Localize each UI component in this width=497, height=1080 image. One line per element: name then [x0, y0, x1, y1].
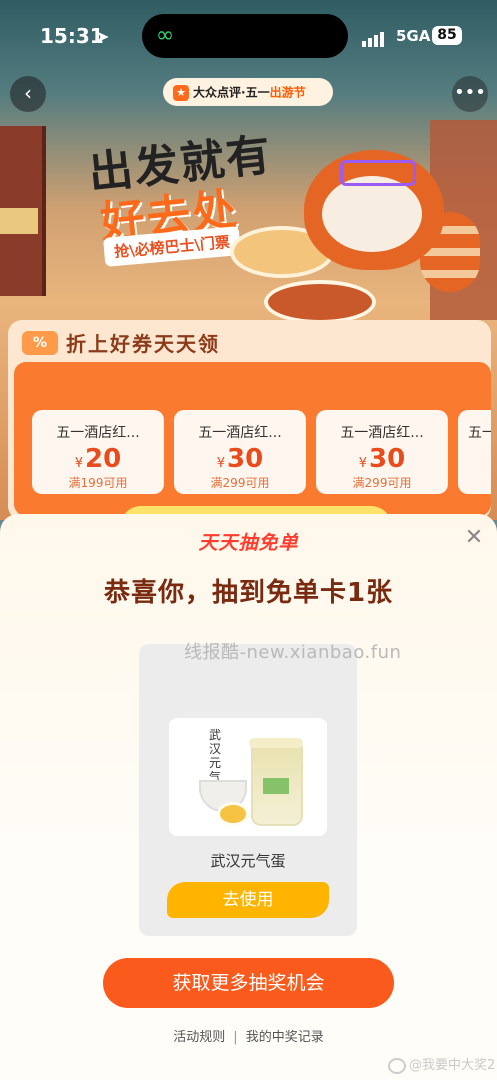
status-bar: 15:31 ➤ ∞ 5GA 85 — [0, 0, 497, 72]
coupon-card[interactable]: 五一酒店红... ¥30 满299可用 — [174, 410, 306, 494]
battery-icon: 85 — [432, 26, 462, 45]
signal-icon — [362, 28, 386, 47]
network-label: 5GA — [396, 27, 431, 45]
location-arrow-icon: ➤ — [96, 27, 110, 46]
food-plate-illustration — [264, 280, 376, 324]
coupon-card[interactable]: 五一酒店红... ¥20 满199可用 — [32, 410, 164, 494]
coupon-card-partial[interactable]: 五一 — [458, 410, 491, 494]
chevron-left-icon: ‹ — [24, 81, 32, 105]
status-time: 15:31 — [40, 24, 104, 48]
glasses-illustration — [340, 160, 416, 186]
weibo-watermark: @我要中大奖2 — [388, 1054, 495, 1074]
red-panda-face — [322, 176, 422, 252]
coupon-condition: 满199可用 — [68, 476, 128, 490]
prize-modal: 天天抽免单 ✕ 恭喜你，抽到免单卡1张 武汉元气蛋 武汉元气蛋 去使用 线报酷-… — [0, 514, 497, 1080]
brand-name: 大众点评 — [193, 85, 242, 100]
prize-card: 武汉元气蛋 武汉元气蛋 去使用 — [139, 644, 357, 936]
link-icon: ∞ — [155, 23, 175, 48]
prize-name: 武汉元气蛋 — [210, 852, 286, 870]
records-link[interactable]: 我的中奖记录 — [246, 1030, 324, 1045]
coupon-title: 五一 — [468, 425, 491, 441]
coupon-card[interactable]: 五一酒店红... ¥30 满299可用 — [316, 410, 448, 494]
ellipsis-icon: ••• — [454, 82, 486, 103]
coupon-value: ¥20 — [74, 444, 122, 474]
weibo-icon — [388, 1057, 406, 1074]
cup-label-illustration — [263, 778, 289, 794]
coupon-title: 五一酒店红... — [340, 425, 424, 441]
campaign-prefix: 五一 — [245, 85, 270, 100]
coupon-value: ¥30 — [358, 444, 406, 474]
get-more-chances-button[interactable]: 获取更多抽奖机会 — [103, 958, 394, 1008]
shop-sign-illustration — [0, 208, 38, 234]
percent-icon: % — [22, 330, 58, 355]
coupon-section-title: % 折上好券天天领 — [22, 328, 220, 357]
modal-logo: 天天抽免单 — [198, 532, 299, 554]
footer-links: 活动规则 | 我的中奖记录 — [0, 1026, 497, 1045]
coupon-title: 五一酒店红... — [56, 425, 140, 441]
close-icon[interactable]: ✕ — [462, 526, 486, 550]
dynamic-island: ∞ — [142, 14, 348, 58]
coupon-title: 五一酒店红... — [198, 425, 282, 441]
rules-link[interactable]: 活动规则 — [173, 1030, 225, 1045]
link-separator: | — [233, 1030, 238, 1045]
watermark-text: 线报酷-new.xianbao.fun — [184, 642, 402, 663]
egg-illustration — [217, 802, 249, 826]
coupon-condition: 满299可用 — [352, 476, 412, 490]
brand-pill: ★ 大众点评·五一出游节 — [163, 78, 333, 106]
modal-title: 恭喜你，抽到免单卡1张 — [103, 578, 394, 608]
coupon-condition: 满299可用 — [210, 476, 270, 490]
coupon-panel: % 折上好券天天领 五一酒店红... ¥20 满199可用 五一酒店红... ¥3… — [8, 320, 491, 548]
prize-image: 武汉元气蛋 — [169, 718, 327, 836]
campaign-highlight: 出游节 — [269, 85, 306, 100]
cup-lid-illustration — [249, 738, 303, 748]
use-prize-button[interactable]: 去使用 — [167, 882, 329, 918]
back-button[interactable]: ‹ — [10, 76, 46, 112]
dianping-logo-icon: ★ — [173, 84, 189, 101]
coupon-strip: 五一酒店红... ¥20 满199可用 五一酒店红... ¥30 满299可用 … — [14, 362, 491, 548]
coupon-value: ¥30 — [216, 444, 264, 474]
more-button[interactable]: ••• — [452, 76, 488, 112]
